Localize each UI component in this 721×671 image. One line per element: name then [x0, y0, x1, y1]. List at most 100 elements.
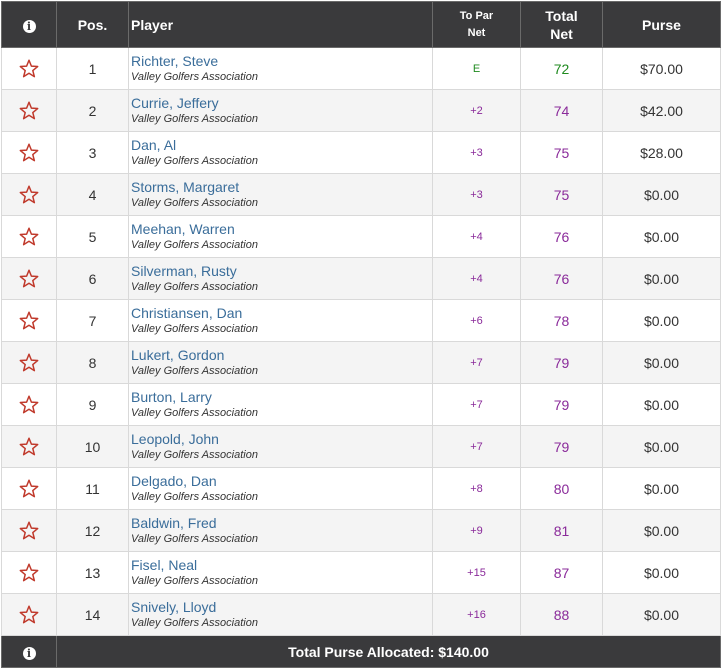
total-net-cell: 75	[520, 173, 603, 216]
star-outline-icon[interactable]	[2, 563, 56, 582]
position-cell: 6	[56, 257, 129, 300]
player-cell: Baldwin, Fred Valley Golfers Association	[128, 509, 433, 552]
player-cell: Burton, Larry Valley Golfers Association	[128, 383, 433, 426]
to-par-net-cell: +7	[432, 341, 521, 384]
player-name-link[interactable]: Dan, Al	[131, 137, 432, 154]
to-par-net-cell: +15	[432, 551, 521, 594]
favorite-star-button[interactable]	[1, 89, 57, 132]
star-outline-icon[interactable]	[2, 101, 56, 120]
position-cell: 12	[56, 509, 129, 552]
position-cell: 10	[56, 425, 129, 468]
leaderboard-body: 1 Richter, Steve Valley Golfers Associatio…	[1, 47, 721, 636]
player-organization: Valley Golfers Association	[131, 616, 258, 629]
player-name-link[interactable]: Richter, Steve	[131, 53, 432, 70]
total-net-cell: 80	[520, 467, 603, 510]
player-name-link[interactable]: Silverman, Rusty	[131, 263, 432, 280]
favorite-star-button[interactable]	[1, 341, 57, 384]
favorite-star-button[interactable]	[1, 47, 57, 90]
player-organization: Valley Golfers Association	[131, 406, 258, 419]
table-row: 7 Christiansen, Dan Valley Golfers Associa…	[1, 299, 721, 342]
table-row: 14 Snively, Lloyd Valley Golfers Associati…	[1, 593, 721, 636]
purse-cell: $0.00	[602, 215, 721, 258]
player-name-link[interactable]: Snively, Lloyd	[131, 599, 432, 616]
star-outline-icon[interactable]	[2, 59, 56, 78]
purse-cell: $0.00	[602, 551, 721, 594]
total-net-cell: 76	[520, 215, 603, 258]
favorite-star-button[interactable]	[1, 551, 57, 594]
player-name-link[interactable]: Currie, Jeffery	[131, 95, 432, 112]
table-row: 11 Delgado, Dan Valley Golfers Association…	[1, 467, 721, 510]
purse-header[interactable]: Purse	[602, 1, 721, 48]
favorite-star-button[interactable]	[1, 509, 57, 552]
favorite-star-button[interactable]	[1, 257, 57, 300]
purse-cell: $0.00	[602, 425, 721, 468]
favorite-star-button[interactable]	[1, 383, 57, 426]
total-net-cell: 79	[520, 425, 603, 468]
player-organization: Valley Golfers Association	[131, 490, 258, 503]
player-name-link[interactable]: Meehan, Warren	[131, 221, 432, 238]
player-name-link[interactable]: Delgado, Dan	[131, 473, 432, 490]
total-net-cell: 88	[520, 593, 603, 636]
position-cell: 1	[56, 47, 129, 90]
favorite-star-button[interactable]	[1, 173, 57, 216]
info-header[interactable]: i	[1, 1, 57, 48]
to-par-net-cell: E	[432, 47, 521, 90]
favorite-star-button[interactable]	[1, 425, 57, 468]
star-outline-icon[interactable]	[2, 521, 56, 540]
table-row: 3 Dan, Al Valley Golfers Association +3 75 $2…	[1, 131, 721, 174]
total-net-cell: 81	[520, 509, 603, 552]
info-icon[interactable]: i	[22, 646, 36, 660]
position-cell: 5	[56, 215, 129, 258]
player-organization: Valley Golfers Association	[131, 532, 258, 545]
favorite-star-button[interactable]	[1, 467, 57, 510]
star-outline-icon[interactable]	[2, 311, 56, 330]
player-name-link[interactable]: Fisel, Neal	[131, 557, 432, 574]
player-name-link[interactable]: Storms, Margaret	[131, 179, 432, 196]
total-net-cell: 75	[520, 131, 603, 174]
total-net-header[interactable]: Total Net	[520, 1, 603, 48]
table-row: 9 Burton, Larry Valley Golfers Association…	[1, 383, 721, 426]
purse-cell: $70.00	[602, 47, 721, 90]
table-row: 4 Storms, Margaret Valley Golfers Associat…	[1, 173, 721, 216]
player-name-link[interactable]: Lukert, Gordon	[131, 347, 432, 364]
total-net-cell: 72	[520, 47, 603, 90]
to-par-net-cell: +3	[432, 173, 521, 216]
star-outline-icon[interactable]	[2, 605, 56, 624]
table-row: 12 Baldwin, Fred Valley Golfers Associatio…	[1, 509, 721, 552]
player-header[interactable]: Player	[128, 1, 433, 48]
purse-cell: $0.00	[602, 257, 721, 300]
table-row: 10 Leopold, John Valley Golfers Associatio…	[1, 425, 721, 468]
player-cell: Fisel, Neal Valley Golfers Association	[128, 551, 433, 594]
purse-cell: $0.00	[602, 173, 721, 216]
player-name-link[interactable]: Burton, Larry	[131, 389, 432, 406]
star-outline-icon[interactable]	[2, 353, 56, 372]
star-outline-icon[interactable]	[2, 185, 56, 204]
player-name-link[interactable]: Leopold, John	[131, 431, 432, 448]
star-outline-icon[interactable]	[2, 143, 56, 162]
favorite-star-button[interactable]	[1, 215, 57, 258]
player-name-link[interactable]: Baldwin, Fred	[131, 515, 432, 532]
purse-cell: $0.00	[602, 593, 721, 636]
table-row: 5 Meehan, Warren Valley Golfers Associatio…	[1, 215, 721, 258]
player-name-link[interactable]: Christiansen, Dan	[131, 305, 432, 322]
player-cell: Currie, Jeffery Valley Golfers Associatio…	[128, 89, 433, 132]
position-cell: 4	[56, 173, 129, 216]
favorite-star-button[interactable]	[1, 593, 57, 636]
footer-row: i Total Purse Allocated: $140.00	[1, 635, 721, 668]
star-outline-icon[interactable]	[2, 269, 56, 288]
total-net-cell: 74	[520, 89, 603, 132]
star-outline-icon[interactable]	[2, 395, 56, 414]
footer-info[interactable]: i	[1, 635, 57, 668]
star-outline-icon[interactable]	[2, 437, 56, 456]
to-par-net-cell: +2	[432, 89, 521, 132]
favorite-star-button[interactable]	[1, 299, 57, 342]
pos-header[interactable]: Pos.	[56, 1, 129, 48]
to-par-net-cell: +4	[432, 215, 521, 258]
star-outline-icon[interactable]	[2, 479, 56, 498]
star-outline-icon[interactable]	[2, 227, 56, 246]
player-cell: Snively, Lloyd Valley Golfers Association	[128, 593, 433, 636]
info-icon[interactable]: i	[22, 19, 36, 33]
favorite-star-button[interactable]	[1, 131, 57, 174]
table-row: 1 Richter, Steve Valley Golfers Associatio…	[1, 47, 721, 90]
to-par-header[interactable]: To Par Net	[432, 1, 521, 48]
